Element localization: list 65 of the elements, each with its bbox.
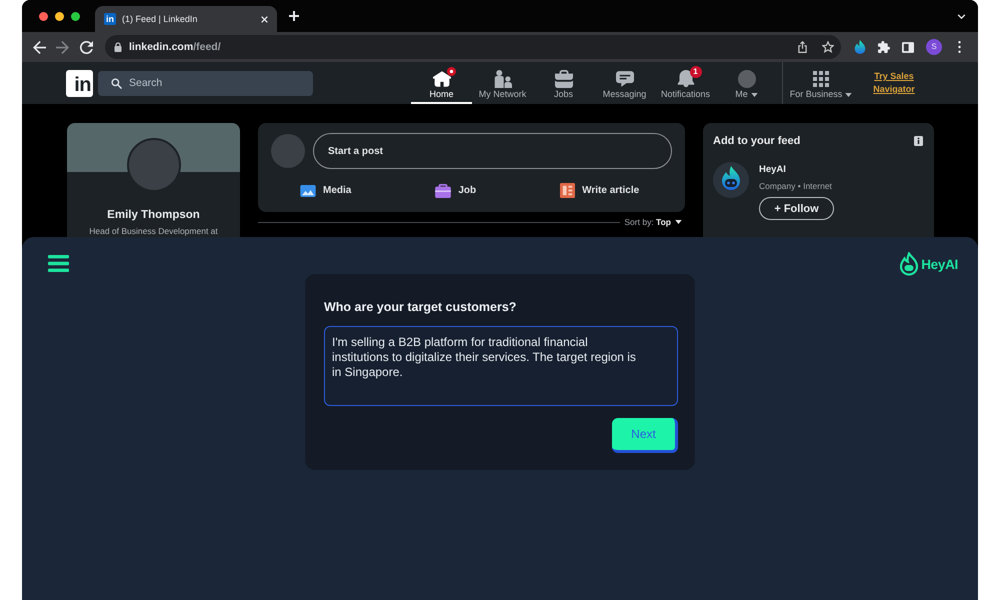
sales-navigator-link[interactable]: Try Sales Navigator [869,70,919,96]
puzzle-icon[interactable] [878,41,890,53]
chevron-down-icon[interactable] [957,14,966,18]
grid-icon [812,71,830,87]
nav-item[interactable]: Jobs [533,62,594,104]
caret-icon [675,220,682,224]
brand-name: HeyAI [921,256,958,272]
nav-item[interactable]: Me [716,62,777,104]
question-text: Who are your target customers? [324,299,518,315]
search-field[interactable]: Search [98,70,313,96]
flame-logo-icon[interactable] [900,252,918,276]
company-logo-icon[interactable] [713,162,749,198]
company-name[interactable]: HeyAI [759,164,834,176]
notification-badge: 1 [690,66,702,78]
address-bar[interactable]: linkedin.com/feed/ [105,35,841,59]
plus-icon[interactable] [289,11,299,21]
people-icon [494,70,512,88]
nav-item[interactable]: My Network [472,62,533,104]
article-icon [560,183,576,198]
speech-bubble-icon [616,70,634,88]
star-icon[interactable] [822,41,834,53]
search-icon [111,78,122,88]
media-button[interactable]: Media [300,184,352,196]
nav-item[interactable]: 1 Notifications [655,62,716,104]
bell-icon [676,70,694,88]
write-article-button[interactable]: Write article [560,183,640,198]
zoom-window-icon[interactable] [71,12,80,20]
briefcase-icon [554,70,572,88]
nav-item[interactable]: Home [411,62,472,104]
close-window-icon[interactable] [39,12,48,20]
profile-headline: Head of Business Development at [89,226,218,237]
sort-dropdown[interactable]: Sort by: Top [624,217,685,227]
company-subtitle: Company • Internet [759,180,833,192]
sidebar-icon[interactable] [902,42,914,52]
logo[interactable]: in [66,70,93,96]
forward-arrow-icon[interactable] [56,40,69,54]
profile-name[interactable]: Emily Thompson [107,207,200,223]
info-icon[interactable] [914,136,923,146]
start-post-button[interactable]: Start a post [313,133,672,169]
reload-icon[interactable] [80,40,93,54]
minimize-window-icon[interactable] [55,12,64,20]
flame-icon[interactable] [854,40,866,54]
nav-item[interactable]: Messaging [594,62,655,104]
share-icon[interactable] [797,41,808,53]
job-button[interactable]: Job [435,184,476,198]
home-icon [432,70,450,88]
caret-icon [750,92,758,96]
close-icon[interactable] [261,16,268,22]
nav-item[interactable]: For Business [788,62,854,104]
menu-icon[interactable] [48,255,69,272]
card-title: Add to your feed [713,135,800,147]
caret-icon [845,92,852,96]
lock-icon [114,42,122,52]
browser-tab[interactable]: in (1) Feed | LinkedIn [95,6,277,32]
avatar [738,70,756,88]
profile-button[interactable]: S [926,39,942,55]
avatar [271,134,305,168]
answer-field[interactable]: I'm selling a B2B platform for traditional financial institutions to digitalize their services. The target region is in Singapore. [324,326,678,406]
favicon: in [104,13,116,25]
photo-icon [300,184,316,196]
back-arrow-icon[interactable] [33,40,46,54]
more-icon[interactable] [958,41,961,53]
follow-button[interactable]: + Follow [759,197,834,220]
briefcase-icon [435,184,452,198]
next-button[interactable]: Next [612,418,678,453]
